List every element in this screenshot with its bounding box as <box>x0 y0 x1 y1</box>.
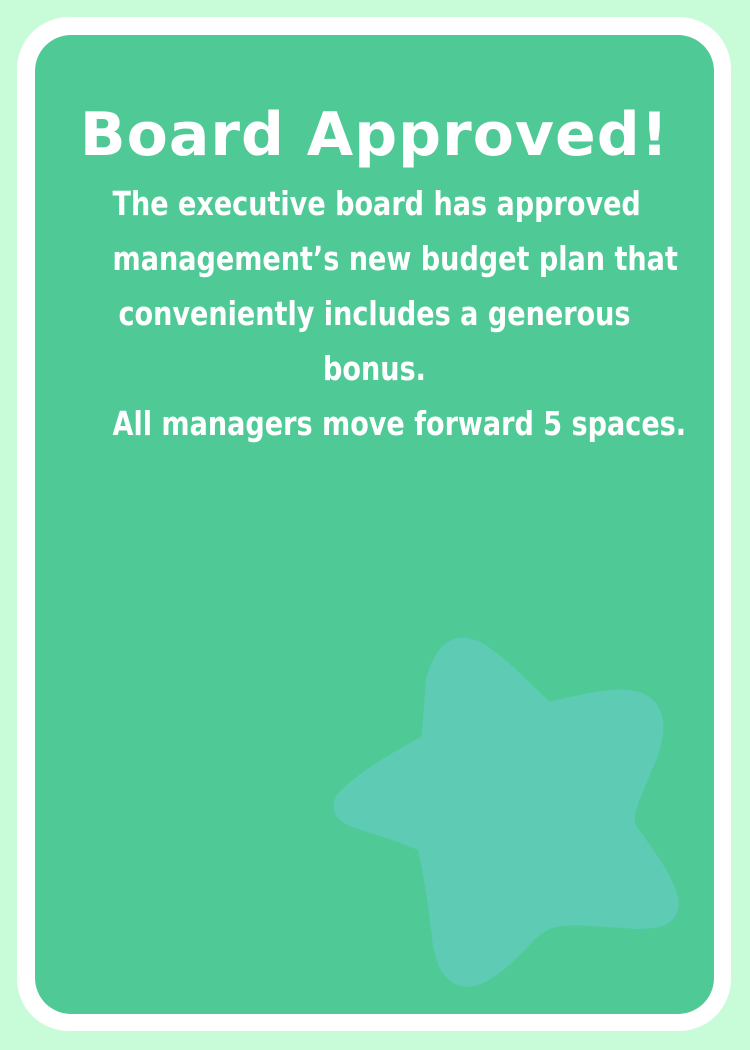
card-body-line: All managers move forward 5 spaces. <box>112 404 687 443</box>
event-card: Board Approved! The executive board has … <box>35 35 714 1014</box>
card-body-line: The executive board has approved <box>112 184 641 223</box>
card-body-line: management’s new budget plan that <box>112 239 678 278</box>
card-body-line: conveniently includes a generous <box>118 294 631 333</box>
card-title: Board Approved! <box>79 100 670 170</box>
card-body-text: The executive board has approved managem… <box>112 176 687 451</box>
card-body-line: bonus. <box>323 349 426 388</box>
